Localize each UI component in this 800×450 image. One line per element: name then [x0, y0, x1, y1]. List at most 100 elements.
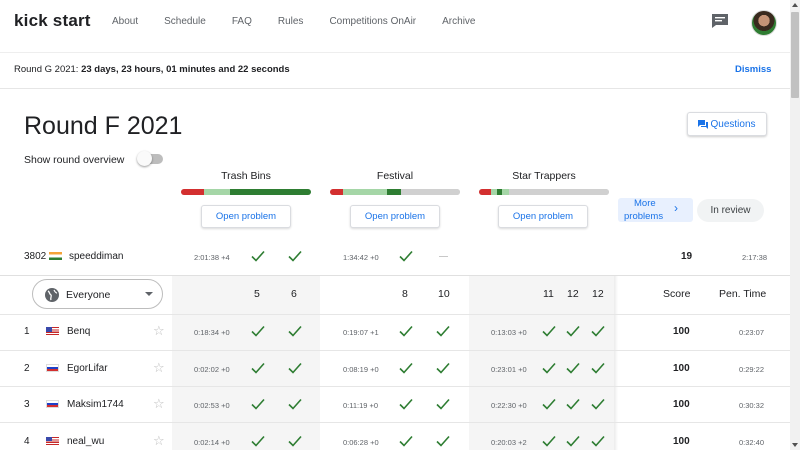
- penalty-time: 0:29:22: [739, 364, 765, 374]
- problem-2-test-set-2-points: 10: [438, 288, 450, 300]
- nav-links: About Schedule FAQ Rules Competitions On…: [112, 16, 502, 27]
- next-round-banner: Round G 2021: 23 days, 23 hours, 01 minu…: [0, 52, 790, 89]
- solve-bar-festival: [330, 189, 460, 195]
- my-penalty: 2:17:38: [742, 253, 768, 262]
- unsolved-dash: [439, 256, 448, 257]
- banner-countdown: 23 days, 23 hours, 01 minutes and 22 sec…: [81, 64, 290, 75]
- nav-link-onair[interactable]: Competitions OnAir: [329, 16, 416, 27]
- page-title: Round F 2021: [24, 112, 183, 140]
- check-icon: [436, 325, 450, 337]
- problem-1-time: 0:02:53 +0: [194, 401, 230, 410]
- scrollbar-thumb[interactable]: [791, 12, 799, 98]
- kickstart-logo[interactable]: kick start: [14, 11, 91, 31]
- dismiss-button[interactable]: Dismiss: [735, 64, 771, 75]
- nav-link-rules[interactable]: Rules: [278, 16, 304, 27]
- check-icon: [399, 398, 413, 410]
- rank: 4: [24, 435, 30, 447]
- bar-segment: [343, 189, 388, 195]
- more-problems-label-1: More: [634, 198, 656, 209]
- globe-icon: [45, 288, 59, 302]
- questions-label: Questions: [710, 118, 756, 130]
- score: 100: [673, 399, 690, 410]
- more-problems-button[interactable]: More problems ›: [618, 198, 693, 222]
- check-icon: [542, 435, 556, 447]
- problem-3-time: 0:23:01 +0: [491, 364, 527, 374]
- open-problem-button-3[interactable]: Open problem: [498, 205, 588, 228]
- flag-usa-icon: [46, 436, 59, 445]
- score-column-header[interactable]: Score: [663, 288, 690, 300]
- my-rank: 3802: [24, 251, 47, 262]
- check-icon: [399, 250, 413, 262]
- penalty-column-header[interactable]: Pen. Time: [719, 288, 766, 300]
- row-divider: [0, 314, 790, 315]
- my-username[interactable]: speeddiman: [69, 251, 123, 262]
- bar-segment: [401, 189, 460, 195]
- check-icon: [288, 362, 302, 374]
- rank: 1: [24, 326, 30, 337]
- scroll-down-arrow-icon[interactable]: [792, 443, 798, 447]
- star-icon[interactable]: ☆: [153, 396, 165, 412]
- star-icon[interactable]: ☆: [153, 360, 165, 376]
- problem-3-time: 0:22:30 +0: [491, 401, 527, 410]
- nav-link-schedule[interactable]: Schedule: [164, 16, 206, 27]
- score: 100: [673, 326, 690, 337]
- my-score: 19: [681, 251, 693, 262]
- more-problems-label-2: problems: [624, 211, 664, 222]
- check-icon: [288, 250, 302, 262]
- scope-filter-dropdown[interactable]: Everyone: [32, 279, 163, 309]
- nav-link-archive[interactable]: Archive: [442, 16, 475, 27]
- check-icon: [566, 362, 580, 374]
- my-problem-2-time: 1:34:42 +0: [343, 253, 379, 262]
- check-icon: [251, 398, 265, 410]
- nav-link-faq[interactable]: FAQ: [232, 16, 252, 27]
- user-avatar[interactable]: [751, 10, 777, 36]
- bar-segment: [204, 189, 231, 195]
- problem-name-festival: Festival: [376, 170, 414, 182]
- chat-icon[interactable]: [711, 13, 729, 29]
- bar-segment: [181, 189, 205, 195]
- chevron-right-icon: ›: [674, 201, 678, 215]
- username[interactable]: Maksim1744: [67, 399, 124, 410]
- problem-2-time: 0:06:28 +0: [343, 437, 379, 447]
- check-icon: [251, 435, 265, 447]
- problem-1-time: 0:02:02 +0: [194, 364, 230, 374]
- check-icon: [591, 435, 605, 447]
- solve-bar-star-trappers: [479, 189, 609, 195]
- open-problem-button-2[interactable]: Open problem: [350, 205, 440, 228]
- open-problem-button-1[interactable]: Open problem: [201, 205, 291, 228]
- check-icon: [251, 250, 265, 262]
- problem-1-test-set-1-points: 5: [254, 288, 260, 300]
- penalty-time: 0:32:40: [739, 437, 765, 447]
- page-scrollbar[interactable]: [790, 0, 800, 450]
- forum-icon: [698, 119, 709, 129]
- username[interactable]: neal_wu: [67, 436, 104, 447]
- score: 100: [673, 362, 690, 374]
- problem-2-test-set-1-points: 8: [402, 288, 408, 300]
- penalty-time: 0:23:07: [739, 328, 765, 337]
- check-icon: [542, 362, 556, 374]
- star-icon[interactable]: ☆: [153, 433, 165, 449]
- bar-segment: [330, 189, 343, 195]
- username[interactable]: Benq: [67, 326, 90, 337]
- questions-button[interactable]: Questions: [687, 112, 767, 136]
- nav-link-about[interactable]: About: [112, 16, 138, 27]
- check-icon: [288, 435, 302, 447]
- scroll-up-arrow-icon[interactable]: [792, 3, 798, 7]
- scope-filter-label: Everyone: [66, 289, 111, 301]
- check-icon: [399, 325, 413, 337]
- problem-2-time: 0:08:19 +0: [343, 364, 379, 374]
- check-icon: [591, 398, 605, 410]
- round-overview-toggle[interactable]: [137, 151, 163, 166]
- problem-1-time: 0:18:34 +0: [194, 328, 230, 337]
- bar-segment: [479, 189, 491, 195]
- check-icon: [436, 398, 450, 410]
- star-icon[interactable]: ☆: [153, 323, 165, 339]
- check-icon: [566, 325, 580, 337]
- my-problem-1-time: 2:01:38 +4: [194, 253, 230, 262]
- username[interactable]: EgorLifar: [67, 363, 108, 374]
- check-icon: [288, 325, 302, 337]
- problem-2-time: 0:19:07 +1: [343, 328, 379, 337]
- problem-1-test-set-2-points: 6: [291, 288, 297, 300]
- bar-segment: [387, 189, 402, 195]
- check-icon: [436, 362, 450, 374]
